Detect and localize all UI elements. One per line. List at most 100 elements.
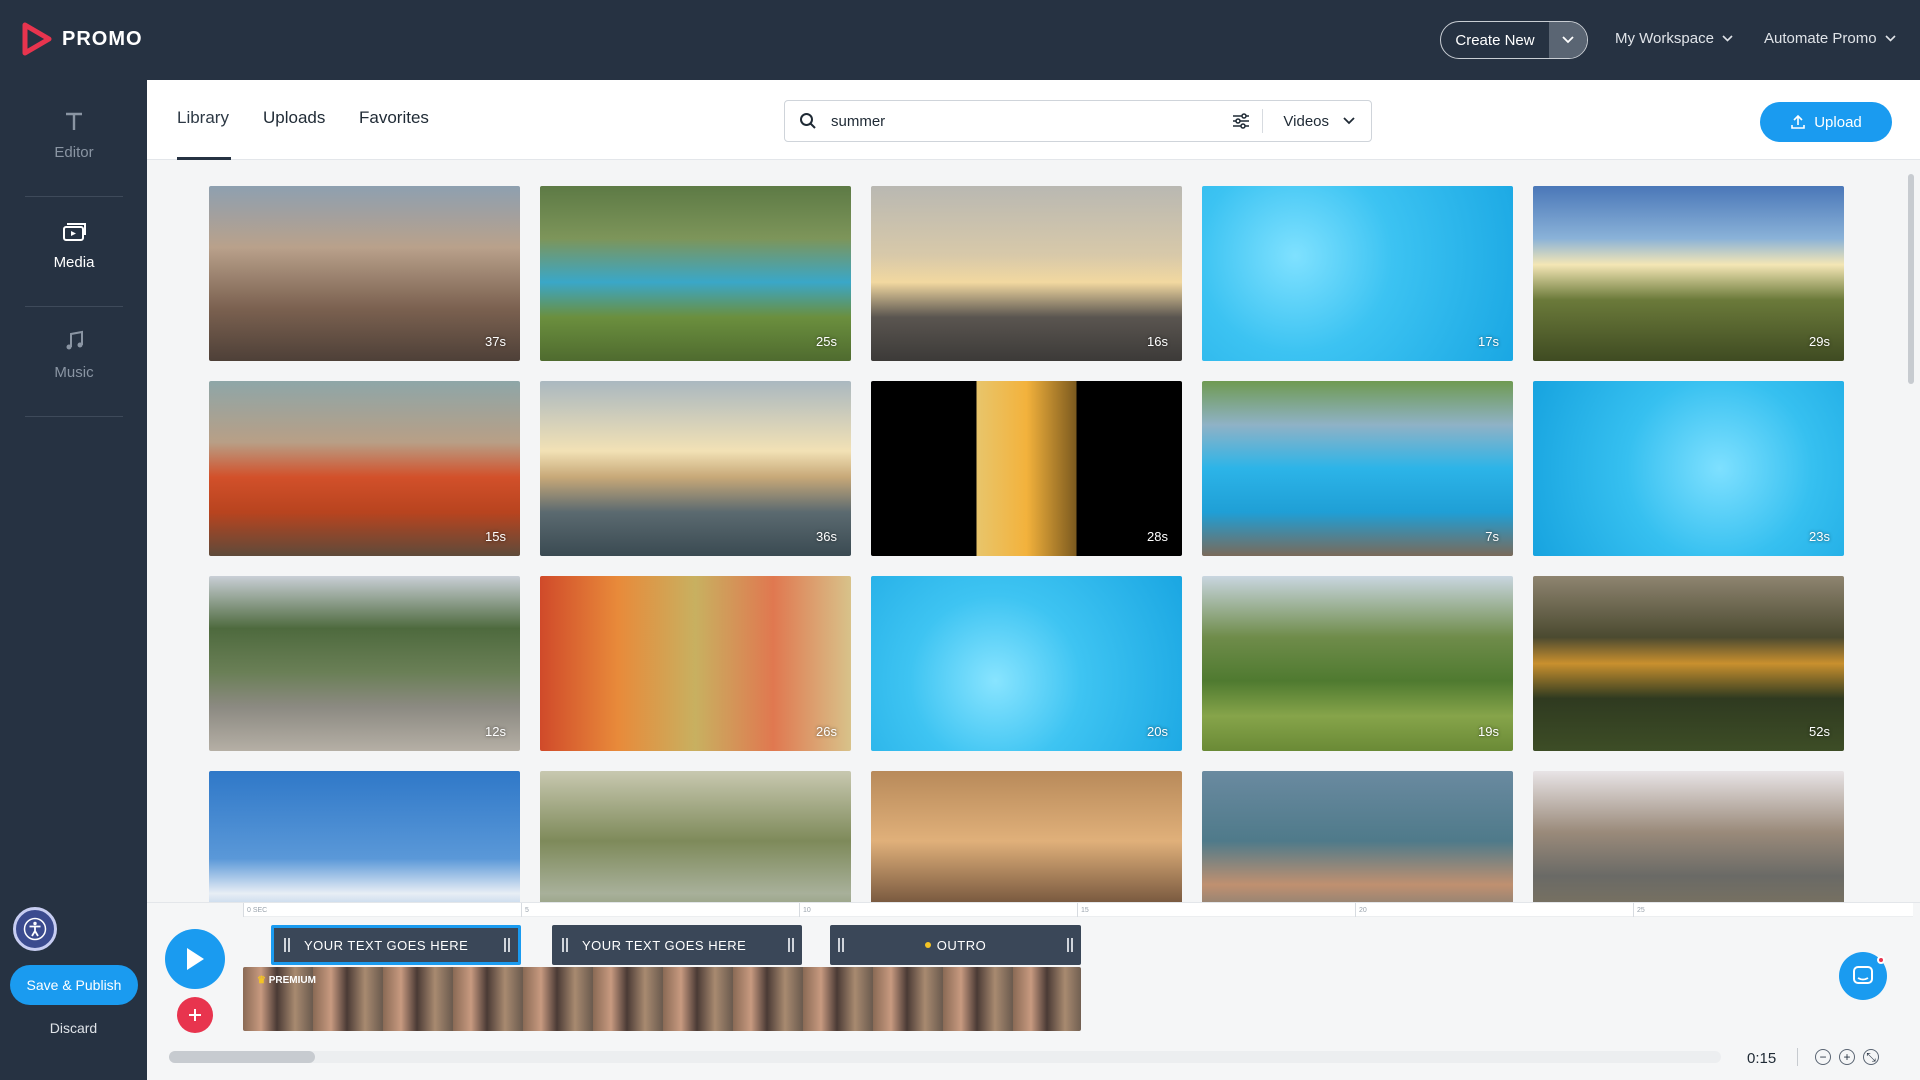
upload-label: Upload [1814, 113, 1862, 131]
tab-favorites[interactable]: Favorites [359, 108, 429, 128]
sidebar-divider [25, 416, 123, 417]
media-thumbnail[interactable]: 29s [1533, 186, 1844, 361]
sidebar-item-editor[interactable]: Editor [25, 80, 123, 190]
sidebar-item-music[interactable]: Music [25, 300, 123, 410]
drag-handle-icon[interactable] [504, 938, 510, 952]
search-box: Videos [784, 100, 1372, 142]
grid-scrollbar[interactable] [1908, 174, 1914, 384]
duration-label: 52s [1809, 724, 1830, 739]
music-note-icon [66, 330, 83, 349]
chevron-down-icon [1562, 36, 1574, 44]
media-thumbnail[interactable]: 37s [209, 186, 520, 361]
outro-clip[interactable]: OUTRO [830, 925, 1081, 965]
media-thumbnail[interactable]: 7s [1202, 381, 1513, 556]
ruler-tick: 20 [1359, 907, 1367, 914]
add-track-button[interactable] [177, 997, 213, 1033]
automate-promo-label: Automate Promo [1764, 30, 1877, 47]
premium-label: PREMIUM [268, 975, 316, 986]
sidebar-item-label: Media [53, 253, 95, 271]
media-thumbnail[interactable]: 20s [871, 576, 1182, 751]
save-publish-button[interactable]: Save & Publish [10, 965, 138, 1005]
ruler-tick-line [1077, 903, 1078, 917]
chevron-down-icon [1343, 117, 1355, 125]
media-thumbnail[interactable] [871, 771, 1182, 902]
timeline-ruler: 0 SEC 5 10 15 20 25 [243, 903, 1913, 917]
my-workspace-menu[interactable]: My Workspace [1615, 30, 1733, 47]
discard-button[interactable]: Discard [0, 1020, 147, 1036]
media-grid: 37s 25s 16s 17s 29s 15s 36s 28s 7s 23s 1… [147, 160, 1912, 902]
duration-label: 28s [1147, 529, 1168, 544]
promo-logo[interactable]: PROMO [22, 22, 143, 56]
upload-icon [1791, 114, 1806, 129]
chevron-down-icon [1722, 35, 1733, 42]
zoom-out-icon[interactable]: − [1815, 1049, 1831, 1065]
search-input[interactable] [831, 112, 1201, 130]
drag-handle-icon[interactable] [562, 938, 568, 952]
media-type-select[interactable]: Videos [1283, 113, 1329, 130]
zoom-in-icon[interactable]: + [1839, 1049, 1855, 1065]
outro-clip-label: OUTRO [936, 937, 987, 953]
sidebar-item-media[interactable]: Media [25, 190, 123, 300]
ruler-tick-line [1355, 903, 1356, 917]
notification-dot [1877, 956, 1885, 964]
ruler-tick: 15 [1081, 907, 1089, 914]
my-workspace-label: My Workspace [1615, 30, 1714, 47]
drag-handle-icon[interactable] [284, 938, 290, 952]
timecode: 0:15 [1747, 1050, 1777, 1067]
video-track[interactable]: ♛ PREMIUM [243, 967, 1081, 1031]
media-thumbnail[interactable]: 12s [209, 576, 520, 751]
premium-badge: ♛ PREMIUM [257, 975, 316, 986]
media-thumbnail[interactable]: 17s [1202, 186, 1513, 361]
create-new-button[interactable]: Create New [1440, 21, 1588, 59]
play-button[interactable] [165, 929, 225, 989]
search-icon [800, 113, 816, 129]
media-thumbnail[interactable]: 36s [540, 381, 851, 556]
drag-handle-icon[interactable] [1067, 938, 1073, 952]
media-thumbnail[interactable] [540, 771, 851, 902]
media-thumbnail[interactable] [209, 771, 520, 902]
media-thumbnail[interactable] [1202, 771, 1513, 902]
media-thumbnail[interactable]: 23s [1533, 381, 1844, 556]
text-t-icon [66, 112, 82, 130]
duration-label: 25s [816, 334, 837, 349]
chat-button[interactable] [1839, 952, 1887, 1000]
accessibility-icon [23, 917, 47, 941]
media-thumbnail[interactable] [1533, 771, 1844, 902]
duration-label: 23s [1809, 529, 1830, 544]
filter-sliders-icon[interactable] [1232, 113, 1250, 129]
drag-handle-icon[interactable] [838, 938, 844, 952]
fit-icon[interactable]: ⤡ [1863, 1049, 1879, 1065]
ruler-tick: 25 [1637, 907, 1645, 914]
media-thumbnail[interactable]: 15s [209, 381, 520, 556]
text-clip[interactable]: YOUR TEXT GOES HERE [552, 925, 802, 965]
media-thumbnail[interactable]: 52s [1533, 576, 1844, 751]
automate-promo-menu[interactable]: Automate Promo [1764, 30, 1896, 47]
media-thumbnail[interactable]: 26s [540, 576, 851, 751]
ruler-tick: 0 SEC [247, 907, 268, 914]
crown-icon: ♛ [257, 975, 266, 986]
sidebar-item-label: Editor [54, 143, 94, 161]
create-new-dropdown[interactable] [1549, 22, 1587, 58]
timeline-scroll-thumb[interactable] [169, 1051, 315, 1063]
create-new-label[interactable]: Create New [1441, 22, 1549, 58]
media-thumbnail[interactable]: 28s [871, 381, 1182, 556]
media-thumbnail[interactable]: 16s [871, 186, 1182, 361]
upload-button[interactable]: Upload [1760, 102, 1892, 142]
text-clip[interactable]: YOUR TEXT GOES HERE [271, 925, 521, 965]
media-thumbnail[interactable]: 25s [540, 186, 851, 361]
duration-label: 26s [816, 724, 837, 739]
chat-icon [1853, 966, 1873, 984]
ruler-tick-line [1633, 903, 1634, 917]
duration-label: 37s [485, 334, 506, 349]
dot-icon [924, 942, 931, 948]
chevron-down-icon [1884, 35, 1896, 42]
media-stack-icon [63, 222, 86, 241]
accessibility-button[interactable] [13, 907, 57, 951]
duration-label: 29s [1809, 334, 1830, 349]
media-thumbnail[interactable]: 19s [1202, 576, 1513, 751]
tab-library[interactable]: Library [177, 108, 229, 128]
drag-handle-icon[interactable] [788, 938, 794, 952]
timeline-scrollbar[interactable] [169, 1051, 1721, 1063]
ruler-tick: 5 [525, 907, 529, 914]
tab-uploads[interactable]: Uploads [263, 108, 325, 128]
